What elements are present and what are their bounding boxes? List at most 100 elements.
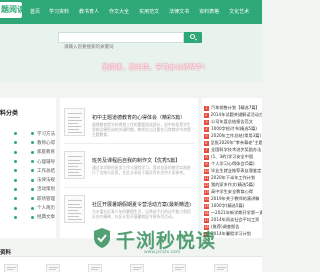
category-item[interactable]: 经典文章 [28,214,56,220]
category-row: 活动策划 [0,185,56,194]
divider [64,143,194,144]
rank-badge: 8 [204,154,209,160]
document-thumbnail[interactable] [130,264,144,272]
nav-forms[interactable]: 资料表格 [199,0,219,24]
category-item[interactable]: 个人简历 [28,205,56,211]
category-row: 教师心得 [0,138,56,147]
document-thumbnail[interactable] [46,264,60,272]
article-title[interactable]: 社区开展暑期假期夏令营活动方案(最新精选) [92,201,191,208]
bullet-icon [31,206,34,210]
category-row: 工作总结 [0,166,56,175]
rank-badge: 12 [204,182,209,188]
category-item[interactable] [0,187,28,191]
rank-badge: 18 [204,224,209,230]
slogan: 爱阅读，爱生活，学习办公好帮手！ [102,63,210,71]
site-logo[interactable]: 题阅读 [0,2,22,18]
category-item[interactable]: 职场管理 [28,196,56,202]
divider [64,187,194,188]
bullet-icon [14,160,17,164]
bullet-icon [31,187,34,191]
bullet-icon [14,150,17,154]
category-item[interactable]: 法律法规 [28,177,56,183]
bullet-icon [31,197,34,201]
rank-badge: 5 [204,133,209,139]
bullet-icon [31,150,34,154]
category-row: 学习方法 [0,129,56,138]
category-item[interactable] [0,141,28,145]
document-thumbnail [64,151,85,179]
category-item[interactable] [0,160,28,164]
rank-badge: 1 [204,105,209,111]
article-summary: 为丰富社区青少年的暑期生活，培养孩子们的动手能力和团队合作精神，社区计划开展暑期… [92,209,191,219]
nav-study-materials[interactable]: 学习资料 [49,0,69,24]
category-item[interactable] [0,178,28,182]
document-thumbnail[interactable] [172,264,186,272]
bullet-icon [14,169,17,173]
category-item[interactable]: 工作总结 [28,168,56,174]
rank-badge: 13 [204,189,209,195]
category-panel: 料分类 学习方法 教师心得 家庭教育 心理辅导 工作总结 法律法规 活动策划 职… [0,98,56,238]
rank-badge: 17 [204,217,209,223]
article-item[interactable]: 初中主题道德教育的心得体会（精彩5篇） 道德教育是学校德育工作的重要组成部分，初… [64,104,194,142]
rank-badge: 7 [204,147,209,153]
bullet-icon [31,160,34,164]
search-icon [190,34,195,39]
category-item[interactable]: 家庭教育 [28,149,56,155]
rank-badge: 4 [204,126,209,132]
document-thumbnail [64,195,85,223]
rank-badge: 3 [204,119,209,125]
category-row: 心理辅导 [0,157,56,166]
document-thumbnail [64,108,85,136]
bullet-icon [14,141,17,145]
nav-legal-docs[interactable]: 法律文书 [169,0,189,24]
article-item[interactable]: 班务及课程后自我的制作文【优秀5篇】 通过本学期的班务工作与课程学习，我对自身的… [64,147,194,185]
document-thumbnail[interactable] [214,264,228,272]
nav-essays[interactable]: 作文大全 [109,0,129,24]
article-item[interactable]: 社区开展暑期假期夏令营活动方案(最新精选) 为丰富社区青少年的暑期生活，培养孩子… [64,191,194,229]
category-item[interactable] [0,206,28,210]
rank-badge: 10 [204,168,209,174]
rank-badge: 6 [204,140,209,146]
rank-badge: 9 [204,161,209,167]
nav-culture-arts[interactable]: 文化艺术 [229,0,249,24]
category-item[interactable] [0,197,28,201]
category-item[interactable]: 活动策划 [28,186,56,192]
category-item[interactable] [0,215,28,219]
rank-badge: 14 [204,196,209,202]
bullet-icon [14,206,17,210]
article-title[interactable]: 初中主题道德教育的心得体会（精彩5篇） [92,114,185,121]
category-item[interactable]: 学习方法 [28,131,56,137]
bullet-icon [14,215,17,219]
rank-badge: 16 [204,210,209,216]
bottom-band [0,238,262,254]
bullet-icon [14,197,17,201]
category-row: 个人简历 [0,203,56,212]
article-list: 初中主题道德教育的心得体会（精彩5篇） 道德教育是学校德育工作的重要组成部分，初… [60,98,198,238]
section-title: 资料 [0,250,12,256]
ranking-title[interactable]: 2014年暑假学习计划 [211,231,251,237]
category-item[interactable]: 教师心得 [28,140,56,146]
article-title[interactable]: 班务及课程后自我的制作文【优秀5篇】 [92,157,180,164]
bullet-icon [31,169,34,173]
article-summary: 道德教育是学校德育工作的重要组成部分，初中阶段是学生思想品德形成的关键时期，教师… [92,122,191,137]
document-thumbnail[interactable] [88,264,102,272]
category-row: 职场管理 [0,194,56,203]
ranking-item[interactable]: 19 2014年暑假学习计划 [202,230,262,238]
category-item[interactable] [0,150,28,154]
category-item[interactable] [0,169,28,173]
category-row: 家庭教育 [0,148,56,157]
search-input[interactable] [59,43,183,52]
bullet-icon [14,132,17,136]
nav-home[interactable]: 首页 [30,0,40,24]
search-button[interactable] [184,32,202,43]
category-row: 法律法规 [0,175,56,184]
document-thumbnail[interactable] [4,264,18,272]
category-item[interactable] [0,132,28,136]
search-box [58,32,184,52]
main-nav: 首页 学习资料 教书育人 作文大全 实用范文 法律文书 资料表格 文化艺术 [30,0,259,24]
nav-practical-writing[interactable]: 实用范文 [139,0,159,24]
nav-teaching[interactable]: 教书育人 [79,0,99,24]
category-row: 经典文章 [0,213,56,222]
category-item[interactable]: 心理辅导 [28,159,56,165]
category-title: 料分类 [0,110,19,117]
